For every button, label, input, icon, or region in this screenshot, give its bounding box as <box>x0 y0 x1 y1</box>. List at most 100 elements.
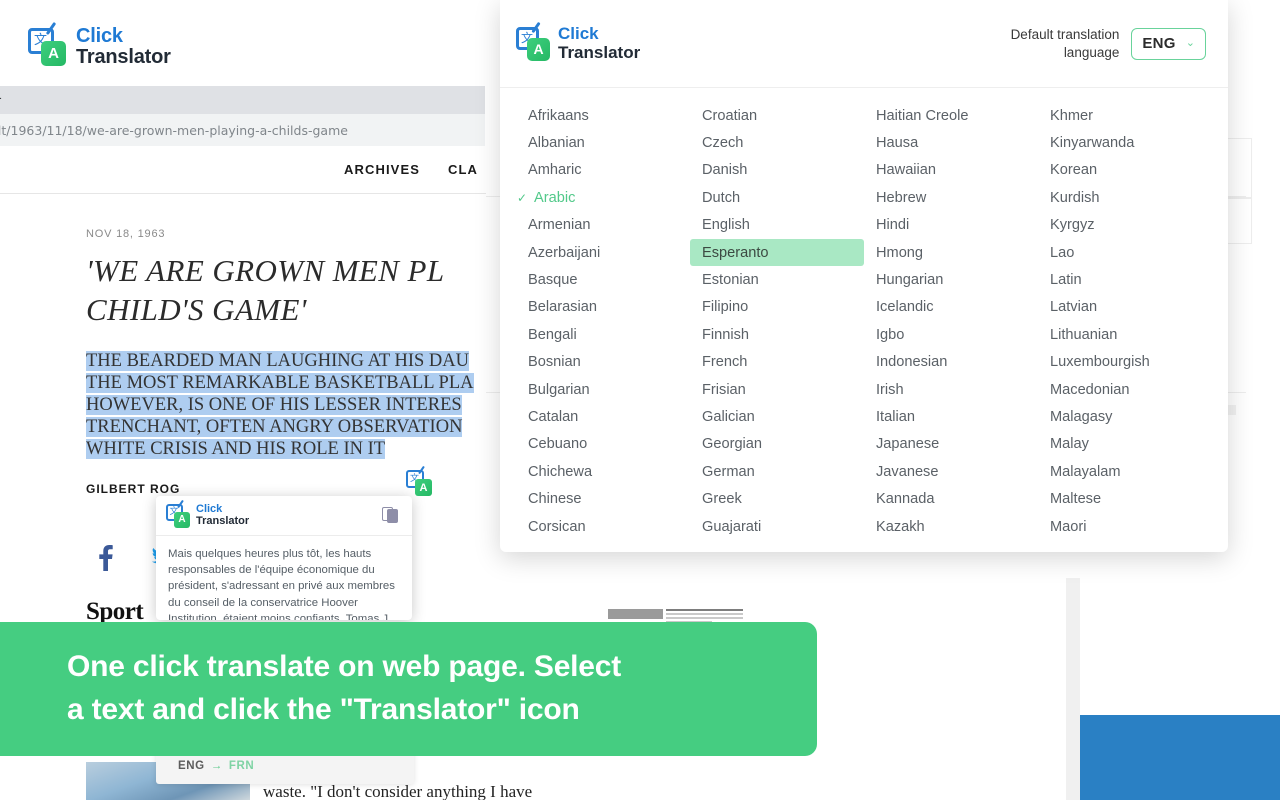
language-option-malayalam[interactable]: Malayalam <box>1038 458 1212 485</box>
language-option-label: Kinyarwanda <box>1050 135 1135 152</box>
language-option-malay[interactable]: Malay <box>1038 431 1212 458</box>
language-option-lao[interactable]: Lao <box>1038 239 1212 266</box>
language-option-finnish[interactable]: Finnish <box>690 321 864 348</box>
language-option-javanese[interactable]: Javanese <box>864 458 1038 485</box>
brand-line-1: Click <box>76 25 123 47</box>
language-option-kannada[interactable]: Kannada <box>864 485 1038 512</box>
language-option-latvian[interactable]: Latvian <box>1038 294 1212 321</box>
translate-icon-floating[interactable]: 文 A <box>406 465 432 496</box>
translated-text: Mais quelques heures plus tôt, les hauts… <box>168 548 395 620</box>
translator-logo-icon-ext: 文 A <box>516 21 550 61</box>
language-option-indonesian[interactable]: Indonesian <box>864 349 1038 376</box>
language-option-latin[interactable]: Latin <box>1038 266 1212 293</box>
language-option-basque[interactable]: Basque <box>516 266 690 293</box>
article-headline: 'WE ARE GROWN MEN PL CHILD'S GAME' <box>86 253 445 327</box>
language-option-azerbaijani[interactable]: Azerbaijani <box>516 239 690 266</box>
language-option-japanese[interactable]: Japanese <box>864 431 1038 458</box>
language-option-malagasy[interactable]: Malagasy <box>1038 403 1212 430</box>
language-option-bulgarian[interactable]: Bulgarian <box>516 376 690 403</box>
language-option-german[interactable]: German <box>690 458 864 485</box>
language-option-label: Macedonian <box>1050 381 1130 398</box>
selected-text[interactable]: THE BEARDED MAN LAUGHING AT HIS DAU THE … <box>86 350 474 460</box>
brand-line-2: Translator <box>76 46 171 69</box>
language-option-igbo[interactable]: Igbo <box>864 321 1038 348</box>
language-option-haitian-creole[interactable]: Haitian Creole <box>864 102 1038 129</box>
language-option-corsican[interactable]: Corsican <box>516 513 690 540</box>
language-option-cebuano[interactable]: Cebuano <box>516 431 690 458</box>
language-option-georgian[interactable]: Georgian <box>690 431 864 458</box>
language-option-lithuanian[interactable]: Lithuanian <box>1038 321 1212 348</box>
translation-result-popup[interactable]: 文 A Click Translator Mais quelques heure… <box>156 496 412 620</box>
language-option-bosnian[interactable]: Bosnian <box>516 349 690 376</box>
language-option-label: Hebrew <box>876 189 927 206</box>
language-option-label: French <box>702 354 748 371</box>
language-option-icelandic[interactable]: Icelandic <box>864 294 1038 321</box>
language-option-guajarati[interactable]: Guajarati <box>690 513 864 540</box>
default-language-select[interactable]: ENG ⌄ <box>1131 27 1206 60</box>
language-option-hawaiian[interactable]: Hawaiian <box>864 157 1038 184</box>
language-option-hebrew[interactable]: Hebrew <box>864 184 1038 211</box>
language-option-macedonian[interactable]: Macedonian <box>1038 376 1212 403</box>
language-option-label: Catalan <box>528 408 579 425</box>
language-option-label: Malayalam <box>1050 463 1121 480</box>
language-option-label: Hindi <box>876 217 910 234</box>
nav-item-archives[interactable]: ARCHIVES <box>344 162 420 177</box>
new-tab-icon[interactable]: + <box>0 90 2 107</box>
language-option-italian[interactable]: Italian <box>864 403 1038 430</box>
browser-tab-strip[interactable]: + <box>0 86 485 114</box>
language-option-kazakh[interactable]: Kazakh <box>864 513 1038 540</box>
language-option-maltese[interactable]: Maltese <box>1038 485 1212 512</box>
language-option-label: Belarasian <box>528 299 597 316</box>
language-option-irish[interactable]: Irish <box>864 376 1038 403</box>
language-option-label: Bosnian <box>528 354 581 371</box>
language-option-galician[interactable]: Galician <box>690 403 864 430</box>
language-option-label: Danish <box>702 162 748 179</box>
facebook-icon[interactable] <box>98 545 113 571</box>
language-option-kurdish[interactable]: Kurdish <box>1038 184 1212 211</box>
language-option-luxembourgish[interactable]: Luxembourgish <box>1038 349 1212 376</box>
address-bar-url[interactable]: ult/1963/11/18/we-are-grown-men-playing-… <box>0 123 348 138</box>
language-option-frisian[interactable]: Frisian <box>690 376 864 403</box>
language-option-dutch[interactable]: Dutch <box>690 184 864 211</box>
article-deck[interactable]: THE BEARDED MAN LAUGHING AT HIS DAU THE … <box>86 350 486 461</box>
language-option-albanian[interactable]: Albanian <box>516 129 690 156</box>
language-option-greek[interactable]: Greek <box>690 485 864 512</box>
language-option-danish[interactable]: Danish <box>690 157 864 184</box>
extension-language-panel[interactable]: 文 A Click Translator Default translation… <box>500 0 1228 552</box>
language-option-hmong[interactable]: Hmong <box>864 239 1038 266</box>
language-option-kinyarwanda[interactable]: Kinyarwanda <box>1038 129 1212 156</box>
language-option-french[interactable]: French <box>690 349 864 376</box>
language-list: Afrikaans Albanian Amharic ✓ Arabic Armenian A… <box>500 88 1228 540</box>
language-option-english[interactable]: English <box>690 212 864 239</box>
language-option-khmer[interactable]: Khmer <box>1038 102 1212 129</box>
language-option-esperanto[interactable]: Esperanto <box>690 238 864 267</box>
language-option-croatian[interactable]: Croatian <box>690 102 864 129</box>
browser-address-bar[interactable]: ult/1963/11/18/we-are-grown-men-playing-… <box>0 114 485 146</box>
logo-letter-a-float: A <box>415 479 432 496</box>
language-option-hindi[interactable]: Hindi <box>864 212 1038 239</box>
language-option-filipino[interactable]: Filipino <box>690 294 864 321</box>
language-option-maori[interactable]: Maori <box>1038 513 1212 540</box>
language-option-armenian[interactable]: Armenian <box>516 212 690 239</box>
language-option-czech[interactable]: Czech <box>690 129 864 156</box>
language-option-label: Kazakh <box>876 518 925 535</box>
language-option-label: Corsican <box>528 518 586 535</box>
language-option-hausa[interactable]: Hausa <box>864 129 1038 156</box>
language-option-label: Japanese <box>876 436 940 453</box>
language-option-catalan[interactable]: Catalan <box>516 403 690 430</box>
copy-icon[interactable] <box>382 506 400 525</box>
language-option-hungarian[interactable]: Hungarian <box>864 266 1038 293</box>
language-option-korean[interactable]: Korean <box>1038 157 1212 184</box>
language-option-estonian[interactable]: Estonian <box>690 266 864 293</box>
language-option-bengali[interactable]: Bengali <box>516 321 690 348</box>
language-option-arabic[interactable]: ✓ Arabic <box>516 184 690 211</box>
language-option-label: Greek <box>702 491 742 508</box>
language-option-belarasian[interactable]: Belarasian <box>516 294 690 321</box>
language-option-kyrgyz[interactable]: Kyrgyz <box>1038 212 1212 239</box>
language-option-chichewa[interactable]: Chichewa <box>516 458 690 485</box>
language-option-chinese[interactable]: Chinese <box>516 485 690 512</box>
language-option-amharic[interactable]: Amharic <box>516 157 690 184</box>
language-option-afrikaans[interactable]: Afrikaans <box>516 102 690 129</box>
right-rail <box>1066 578 1080 800</box>
nav-item-classics[interactable]: CLA <box>448 162 482 177</box>
